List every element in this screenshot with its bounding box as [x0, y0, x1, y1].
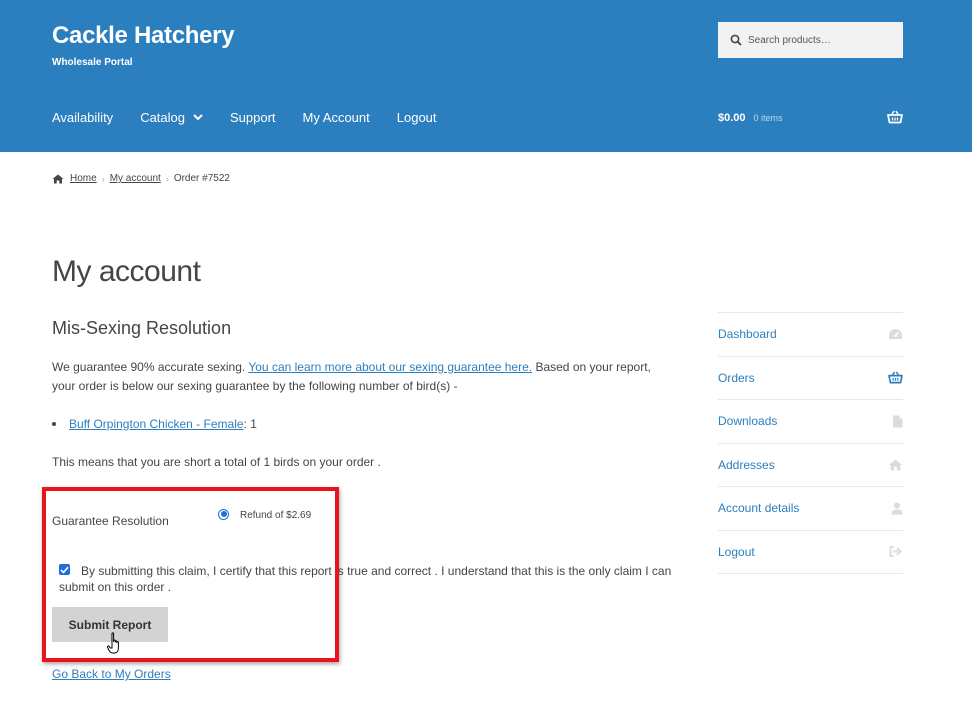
refund-label[interactable]: Refund of $2.69: [240, 510, 311, 521]
header-cart[interactable]: $0.00 0 items: [718, 110, 903, 124]
file-icon: [893, 415, 903, 428]
cart-count: 0 items: [753, 113, 783, 123]
guarantee-resolution-label: Guarantee Resolution: [52, 514, 169, 528]
site-header: Cackle Hatchery Wholesale Portal Availab…: [0, 0, 972, 152]
section-title: Mis-Sexing Resolution: [52, 318, 232, 338]
breadcrumb-separator: ›: [165, 173, 169, 184]
sidebar-item-account-details[interactable]: Account details: [718, 487, 903, 531]
search-icon: [730, 34, 742, 46]
site-tagline: Wholesale Portal: [52, 57, 133, 68]
search-box[interactable]: [718, 22, 903, 58]
shortage-text: This means that you are short a total of…: [52, 455, 381, 469]
breadcrumb-account[interactable]: My account: [110, 173, 161, 184]
certify-checkbox[interactable]: [59, 564, 70, 575]
page-title: My account: [52, 255, 201, 288]
back-to-orders-link[interactable]: Go Back to My Orders: [52, 667, 171, 681]
guarantee-link[interactable]: You can learn more about our sexing guar…: [248, 360, 532, 374]
bullet: [52, 422, 56, 426]
site-title[interactable]: Cackle Hatchery: [52, 22, 235, 50]
sidebar-item-dashboard[interactable]: Dashboard: [718, 313, 903, 357]
certify-block: By submitting this claim, I certify that…: [59, 563, 679, 595]
nav-catalog[interactable]: Catalog: [140, 110, 203, 125]
bird-list: Buff Orpington Chicken - Female : 1: [52, 417, 257, 431]
bird-link[interactable]: Buff Orpington Chicken - Female: [69, 417, 244, 431]
basket-icon: [888, 371, 903, 384]
nav-support[interactable]: Support: [230, 110, 276, 125]
search-input[interactable]: [748, 34, 888, 46]
refund-radio[interactable]: [218, 508, 229, 520]
hand-cursor-icon: [107, 632, 119, 654]
basket-icon[interactable]: [887, 110, 903, 124]
nav-logout[interactable]: Logout: [397, 110, 437, 125]
check-icon: [60, 566, 69, 574]
breadcrumb-current: Order #7522: [173, 173, 230, 184]
account-sidebar: Dashboard Orders Downloads Addresses Acc…: [718, 312, 903, 574]
dashboard-icon: [889, 329, 902, 340]
user-icon: [891, 502, 903, 515]
sidebar-item-downloads[interactable]: Downloads: [718, 400, 903, 444]
refund-option[interactable]: Refund of $2.69: [218, 507, 311, 521]
list-item: Buff Orpington Chicken - Female : 1: [52, 417, 257, 431]
nav-my-account[interactable]: My Account: [303, 110, 370, 125]
intro-text: We guarantee 90% accurate sexing. You ca…: [52, 360, 651, 393]
breadcrumb: Home › My account › Order #7522: [52, 173, 230, 184]
home-icon: [888, 459, 903, 471]
sign-out-icon: [889, 546, 902, 558]
sidebar-item-orders[interactable]: Orders: [718, 357, 903, 400]
certify-text: By submitting this claim, I certify that…: [59, 564, 672, 594]
sidebar-item-addresses[interactable]: Addresses: [718, 444, 903, 487]
cart-amount: $0.00: [718, 112, 746, 124]
chevron-down-icon: [193, 114, 203, 121]
nav-availability[interactable]: Availability: [52, 110, 113, 125]
breadcrumb-home[interactable]: Home: [70, 173, 97, 184]
breadcrumb-separator: ›: [101, 173, 105, 184]
sidebar-item-logout[interactable]: Logout: [718, 531, 903, 574]
home-icon: [52, 174, 64, 183]
primary-nav: Availability Catalog Support My Account …: [52, 110, 464, 125]
